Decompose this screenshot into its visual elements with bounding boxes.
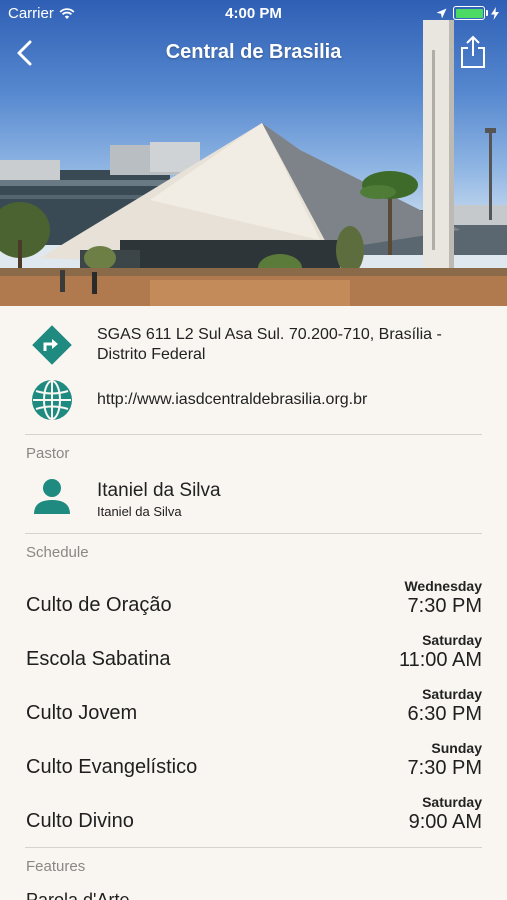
service-time: 6:30 PM	[407, 703, 482, 725]
status-right-group	[436, 6, 499, 20]
status-bar: Carrier 4:00 PM	[0, 0, 507, 28]
location-arrow-icon	[436, 8, 447, 18]
service-name: Culto Jovem	[26, 702, 138, 724]
features-section-label: Features	[26, 858, 86, 875]
schedule-row: Culto de Oração Wednesday 7:30 PM	[0, 578, 507, 632]
service-day: Wednesday	[404, 578, 482, 594]
address-text: SGAS 611 L2 Sul Asa Sul. 70.200-710, Bra…	[97, 326, 442, 363]
schedule-row: Culto Divino Saturday 9:00 AM	[0, 794, 507, 848]
schedule-section-label: Schedule	[26, 544, 89, 561]
service-day: Sunday	[431, 740, 482, 756]
charging-bolt-icon	[491, 6, 499, 20]
website-row[interactable]: http://www.iasdcentraldebrasilia.org.br	[0, 378, 507, 422]
feature-item: Parola d'Arte	[26, 890, 130, 900]
share-button[interactable]	[459, 34, 487, 70]
service-name: Culto Evangelístico	[26, 756, 198, 778]
detail-content: SGAS 611 L2 Sul Asa Sul. 70.200-710, Bra…	[0, 306, 507, 900]
divider	[25, 533, 482, 534]
globe-icon	[32, 380, 72, 420]
share-icon	[461, 35, 485, 68]
divider	[25, 434, 482, 435]
service-time: 11:00 AM	[398, 649, 482, 671]
service-name: Culto Divino	[26, 810, 134, 832]
service-name: Culto de Oração	[26, 594, 172, 616]
navigation-bar: Central de Brasilia	[0, 28, 507, 78]
service-day: Saturday	[422, 686, 482, 702]
divider	[25, 847, 482, 848]
address-row[interactable]: SGAS 611 L2 Sul Asa Sul. 70.200-710, Bra…	[0, 318, 507, 372]
directions-icon	[32, 325, 72, 365]
person-icon	[34, 479, 70, 514]
service-time: 7:30 PM	[407, 595, 482, 617]
pastor-name: Itaniel da Silva	[97, 480, 221, 501]
schedule-row: Culto Jovem Saturday 6:30 PM	[0, 686, 507, 740]
service-time: 9:00 AM	[408, 811, 482, 833]
pastor-subtitle: Itaniel da Silva	[97, 504, 182, 519]
pastor-row[interactable]	[0, 472, 507, 522]
service-day: Saturday	[422, 794, 482, 810]
schedule-row: Escola Sabatina Saturday 11:00 AM	[0, 632, 507, 686]
website-link: http://www.iasdcentraldebrasilia.org.br	[97, 391, 368, 408]
service-day: Saturday	[422, 632, 482, 648]
battery-icon	[453, 6, 488, 20]
status-time: 4:00 PM	[225, 5, 282, 22]
service-time: 7:30 PM	[407, 757, 482, 779]
page-title: Central de Brasilia	[165, 41, 342, 63]
schedule-row: Culto Evangelístico Sunday 7:30 PM	[0, 740, 507, 794]
service-name: Escola Sabatina	[26, 648, 171, 670]
pastor-section-label: Pastor	[26, 445, 70, 462]
